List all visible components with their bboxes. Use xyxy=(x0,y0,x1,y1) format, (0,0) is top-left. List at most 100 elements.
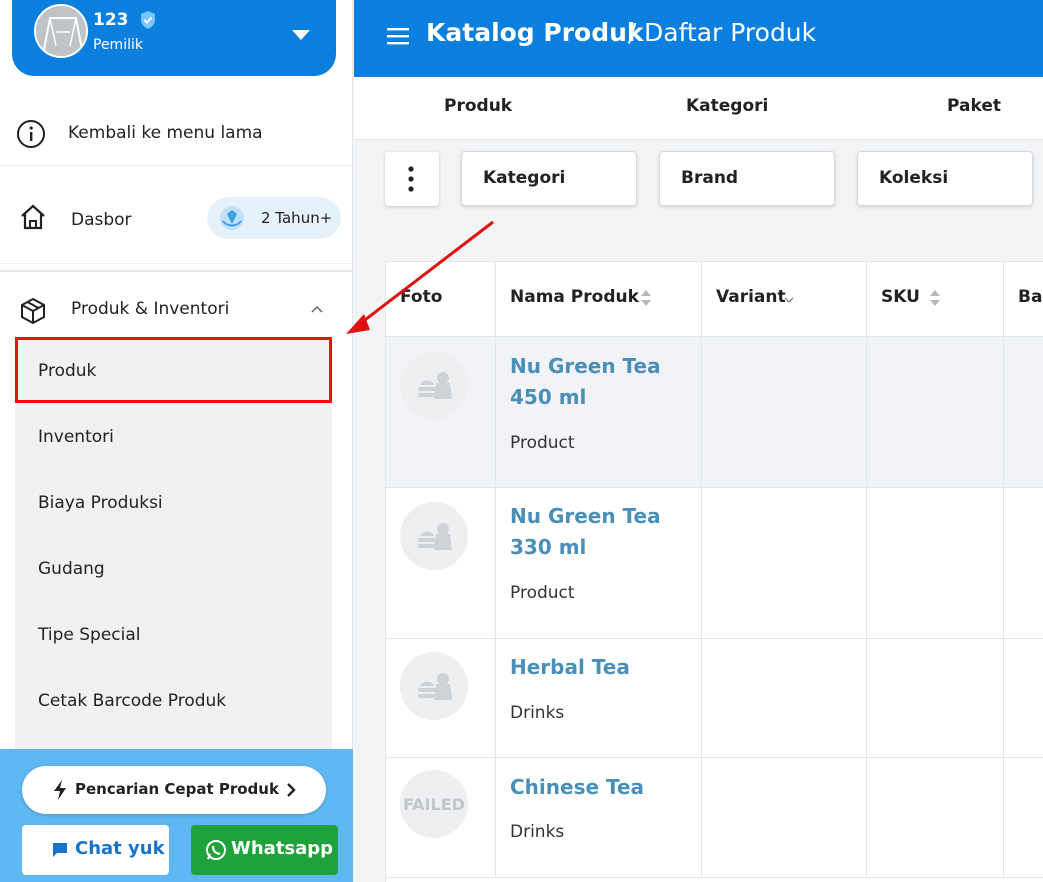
placeholder-product-icon xyxy=(418,372,452,399)
column-label: Foto xyxy=(400,287,443,307)
sidebar-item-cetak-barcode[interactable]: Cetak Barcode Produk xyxy=(15,667,332,733)
product-thumbnail xyxy=(400,652,468,720)
sidebar-item-produk[interactable]: Produk xyxy=(15,337,332,403)
sidebar-item-gudang[interactable]: Gudang xyxy=(15,535,332,601)
whatsapp-button[interactable]: Whatsapp xyxy=(191,825,338,875)
breadcrumb-current: Daftar Produk xyxy=(644,18,817,47)
sort-icon[interactable] xyxy=(929,288,941,308)
membership-badge: 2 Tahun+ xyxy=(207,197,341,239)
photo-cell xyxy=(386,337,496,487)
app-root: 123 Pemilik Kembali ke menu lama Dasbor … xyxy=(0,0,1043,882)
whatsapp-label: Whatsapp xyxy=(231,838,334,859)
filter-kategori[interactable]: Kategori xyxy=(461,151,637,206)
product-thumbnail xyxy=(400,351,468,419)
filter-brand[interactable]: Brand xyxy=(659,151,835,206)
gem-icon xyxy=(220,206,244,230)
photo-cell xyxy=(386,488,496,638)
sidebar-item-dashboard[interactable]: Dasbor 2 Tahun+ xyxy=(0,180,353,264)
product-category: Product xyxy=(510,433,575,453)
tab-bar: Produk Kategori Paket xyxy=(354,77,1043,140)
product-thumbnail: FAILED xyxy=(400,770,468,838)
column-header-nama[interactable]: Nama Produk xyxy=(496,262,702,337)
table-row[interactable]: Nu Green Tea 450 ml Product xyxy=(386,337,1043,488)
product-category: Drinks xyxy=(510,703,565,723)
chat-label: Chat yuk xyxy=(75,838,165,859)
table-row[interactable]: Nu Green Tea 330 ml Product xyxy=(386,488,1043,639)
submenu-products-inventory: Produk Inventori Biaya Produksi Gudang T… xyxy=(15,337,332,749)
photo-cell xyxy=(386,639,496,757)
column-header-variant[interactable]: Variant xyxy=(702,262,867,337)
sidebar-item-label: Gudang xyxy=(38,559,105,579)
column-header-foto: Foto xyxy=(386,262,496,337)
product-table: Foto Nama Produk Variant SKU Ba Nu Green… xyxy=(385,261,1043,882)
sku-cell xyxy=(867,758,1004,877)
product-category: Product xyxy=(510,583,575,603)
table-row[interactable]: FAILED Chinese Tea Drinks xyxy=(386,758,1043,878)
sku-cell xyxy=(867,639,1004,757)
name-cell: Nu Green Tea 330 ml Product xyxy=(496,488,702,638)
sidebar-item-label: Biaya Produksi xyxy=(38,493,163,513)
product-thumbnail xyxy=(400,502,468,570)
column-label: Nama Produk xyxy=(510,287,639,307)
name-cell: Nu Green Tea 450 ml Product xyxy=(496,337,702,487)
failed-image-label: FAILED xyxy=(403,795,465,814)
placeholder-product-icon xyxy=(418,673,452,700)
filter-koleksi[interactable]: Koleksi xyxy=(857,151,1033,206)
sidebar-item-label: Cetak Barcode Produk xyxy=(38,691,227,711)
sidebar-item-label: Inventori xyxy=(38,427,114,447)
chevron-right-icon xyxy=(287,783,296,797)
avatar xyxy=(34,4,88,58)
sidebar-item-biaya-produksi[interactable]: Biaya Produksi xyxy=(15,469,332,535)
table-row[interactable]: Herbal Tea Drinks xyxy=(386,639,1043,758)
user-role: Pemilik xyxy=(93,37,143,53)
name-cell: Chinese Tea Drinks xyxy=(496,758,702,877)
filter-label: Brand xyxy=(681,168,739,188)
breadcrumb-separator: / xyxy=(628,18,637,47)
back-link-label: Kembali ke menu lama xyxy=(68,122,263,143)
chat-button[interactable]: Chat yuk xyxy=(22,825,169,875)
verified-icon xyxy=(141,11,155,29)
menu-icon[interactable] xyxy=(387,27,409,45)
chevron-up-icon[interactable] xyxy=(310,302,324,316)
sidebar-item-tipe-special[interactable]: Tipe Special xyxy=(15,601,332,667)
chevron-down-icon xyxy=(784,297,794,303)
column-label: SKU xyxy=(881,287,920,307)
user-card[interactable]: 123 Pemilik xyxy=(12,0,336,76)
column-header-ba: Ba xyxy=(1004,262,1043,337)
whatsapp-icon xyxy=(206,840,226,860)
placeholder-product-icon xyxy=(418,523,452,550)
column-label: Variant xyxy=(716,287,786,307)
tab-produk[interactable]: Produk xyxy=(444,96,512,116)
variant-cell xyxy=(702,337,867,487)
filter-label: Kategori xyxy=(483,168,566,188)
more-options-button[interactable] xyxy=(385,152,439,206)
product-category: Drinks xyxy=(510,822,565,842)
sidebar-item-label: Tipe Special xyxy=(38,625,141,645)
photo-cell: FAILED xyxy=(386,758,496,877)
sku-cell xyxy=(867,337,1004,487)
chat-bubble-icon xyxy=(53,843,67,857)
quick-search-button[interactable]: Pencarian Cepat Produk xyxy=(22,766,326,814)
filter-label: Koleksi xyxy=(879,168,949,188)
sort-icon[interactable] xyxy=(640,288,652,308)
product-name-link[interactable]: Nu Green Tea 330 ml xyxy=(510,501,690,563)
tab-kategori[interactable]: Kategori xyxy=(686,96,768,116)
column-header-sku[interactable]: SKU xyxy=(867,262,1004,337)
back-to-old-menu-link[interactable]: Kembali ke menu lama xyxy=(0,100,353,166)
sidebar-section-products-inventory[interactable]: Produk & Inventori xyxy=(0,270,353,336)
breadcrumb-catalog[interactable]: Katalog Produk xyxy=(426,18,644,47)
badge-label: 2 Tahun+ xyxy=(261,209,333,227)
variant-cell xyxy=(702,488,867,638)
tab-paket[interactable]: Paket xyxy=(947,96,1001,116)
user-name: 123 xyxy=(93,10,129,30)
product-name-link[interactable]: Chinese Tea xyxy=(510,772,690,803)
bolt-icon xyxy=(54,780,66,800)
topbar: Katalog Produk / Daftar Produk xyxy=(354,0,1043,77)
info-icon xyxy=(17,120,45,148)
product-name-link[interactable]: Herbal Tea xyxy=(510,652,690,683)
caret-down-icon[interactable] xyxy=(292,30,310,40)
home-icon xyxy=(21,204,45,230)
product-name-link[interactable]: Nu Green Tea 450 ml xyxy=(510,351,690,413)
sku-cell xyxy=(867,488,1004,638)
sidebar-item-inventori[interactable]: Inventori xyxy=(15,403,332,469)
